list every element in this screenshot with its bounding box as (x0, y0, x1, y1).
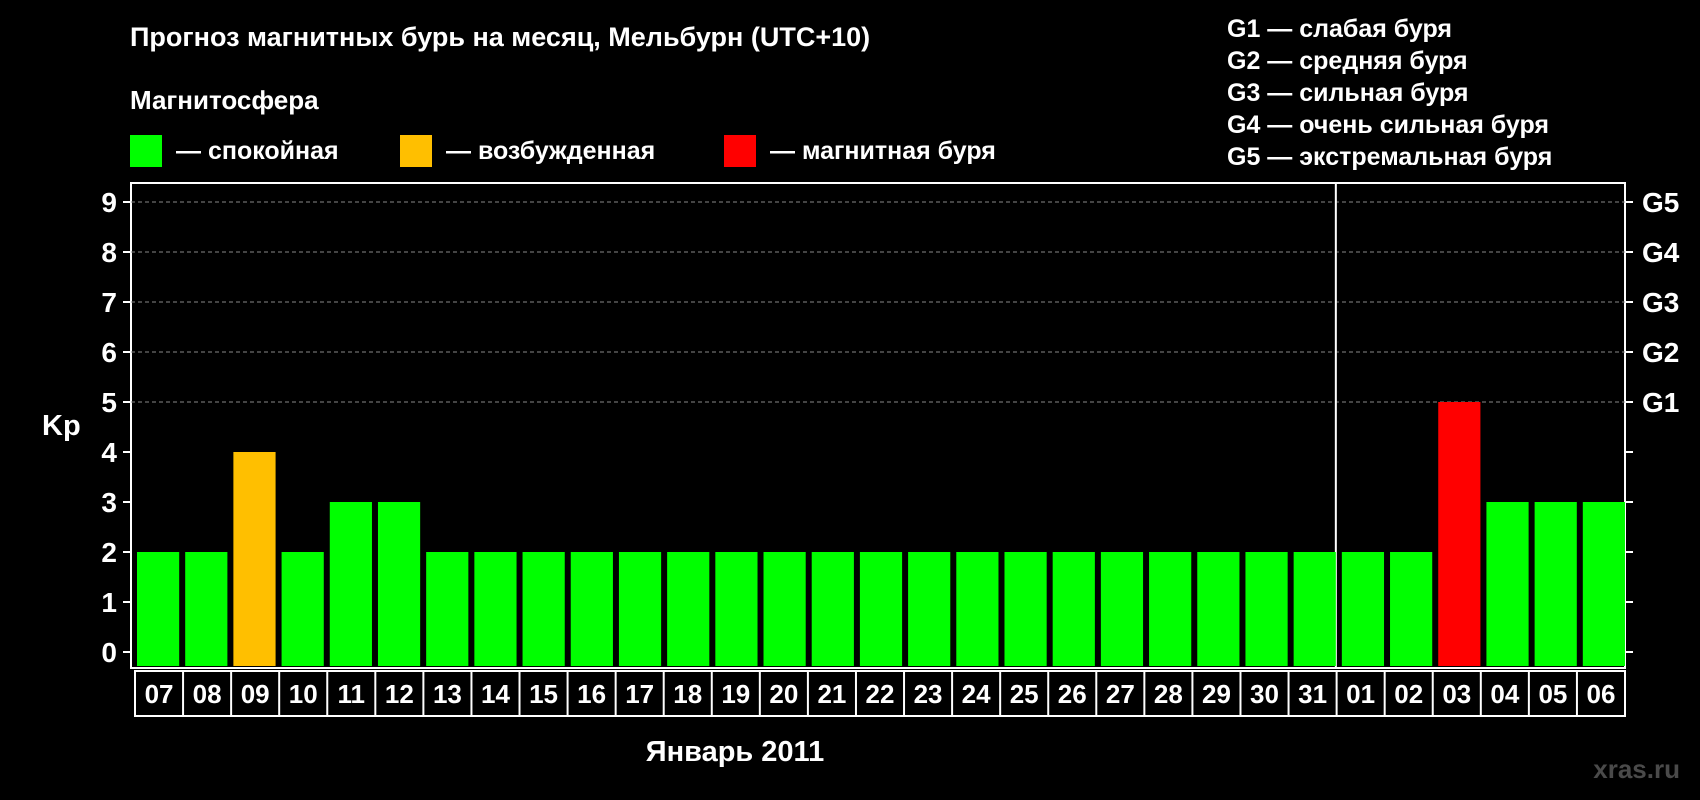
bar-18 (667, 552, 710, 666)
bar-13 (426, 552, 469, 666)
x-tick-label-03: 03 (1442, 679, 1471, 709)
x-tick-label-18: 18 (673, 679, 702, 709)
x-tick-label-11: 11 (338, 679, 366, 709)
right-tick-label-g4: G4 (1642, 237, 1680, 268)
x-tick-label-06: 06 (1587, 679, 1616, 709)
x-tick-label-09: 09 (241, 679, 270, 709)
x-tick-label-30: 30 (1250, 679, 1279, 709)
y-tick-label: 5 (101, 387, 117, 418)
bar-08 (185, 552, 228, 666)
y-tick-label: 2 (101, 537, 117, 568)
bar-02 (1390, 552, 1433, 666)
x-tick-label-21: 21 (817, 679, 846, 709)
x-tick-label-15: 15 (529, 679, 558, 709)
x-tick-label-28: 28 (1154, 679, 1183, 709)
right-tick-label-g2: G2 (1642, 337, 1679, 368)
bar-16 (570, 552, 613, 666)
x-tick-label-31: 31 (1298, 679, 1327, 709)
x-tick-label-26: 26 (1058, 679, 1087, 709)
bar-29 (1197, 552, 1240, 666)
bar-26 (1052, 552, 1095, 666)
x-tick-label-13: 13 (433, 679, 462, 709)
bar-05 (1534, 502, 1577, 666)
kp-bar-chart: 0123456789G1G2G3G4G507 08 09 10 11 12 13 14 15 16… (101, 182, 1680, 717)
x-tick-label-24: 24 (962, 679, 991, 709)
bar-04 (1486, 502, 1529, 666)
x-tick-label-08: 08 (193, 679, 222, 709)
bar-09 (233, 452, 276, 666)
bar-06 (1582, 502, 1625, 666)
y-tick-label: 8 (101, 237, 117, 268)
bar-10 (281, 552, 324, 666)
bar-28 (1149, 552, 1192, 666)
bar-12 (377, 502, 421, 666)
bar-21 (811, 552, 854, 666)
bar-15 (522, 552, 565, 666)
bar-11 (329, 502, 372, 666)
x-tick-label-05: 05 (1538, 679, 1567, 709)
bar-01 (1341, 552, 1385, 666)
y-tick-label: 4 (101, 437, 117, 468)
y-tick-label: 6 (101, 337, 117, 368)
bar-30 (1245, 552, 1288, 666)
bar-14 (474, 552, 517, 666)
y-tick-label: 1 (101, 587, 117, 618)
bar-03 (1438, 402, 1481, 666)
x-tick-label-23: 23 (914, 679, 943, 709)
x-tick-label-19: 19 (721, 679, 750, 709)
bar-22 (859, 552, 903, 666)
x-tick-label-12: 12 (385, 679, 414, 709)
bar-07 (137, 552, 180, 666)
y-tick-label: 0 (101, 637, 117, 668)
bar-19 (715, 552, 758, 666)
x-tick-label-14: 14 (481, 679, 510, 709)
bar-20 (763, 552, 806, 666)
bar-27 (1100, 552, 1144, 666)
right-tick-label-g5: G5 (1642, 187, 1679, 218)
x-tick-label-20: 20 (769, 679, 798, 709)
x-tick-label-07: 07 (145, 679, 174, 709)
y-tick-label: 3 (101, 487, 117, 518)
y-tick-label: 9 (101, 187, 117, 218)
x-tick-label-02: 02 (1394, 679, 1423, 709)
right-tick-label-g1: G1 (1642, 387, 1679, 418)
bar-23 (908, 552, 951, 666)
x-tick-label-29: 29 (1202, 679, 1231, 709)
bar-24 (956, 552, 999, 666)
x-tick-label-25: 25 (1010, 679, 1039, 709)
bar-17 (618, 552, 662, 666)
y-tick-label: 7 (101, 287, 117, 318)
bar-25 (1004, 552, 1047, 666)
x-tick-label-17: 17 (625, 679, 654, 709)
bar-31 (1293, 552, 1336, 666)
right-tick-label-g3: G3 (1642, 287, 1679, 318)
x-tick-label-01: 01 (1346, 679, 1375, 709)
x-tick-label-22: 22 (866, 679, 895, 709)
x-tick-label-04: 04 (1490, 679, 1519, 709)
x-tick-label-10: 10 (289, 679, 318, 709)
x-tick-label-16: 16 (577, 679, 606, 709)
x-tick-label-27: 27 (1106, 679, 1135, 709)
